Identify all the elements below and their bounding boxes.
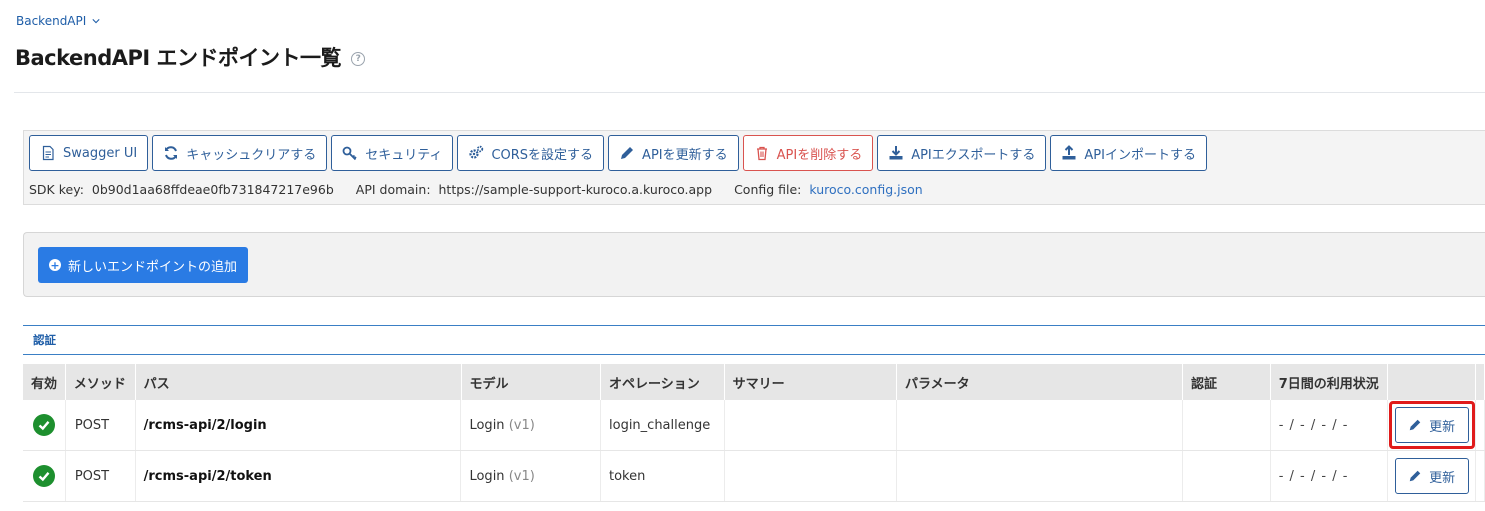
security-button[interactable]: セキュリティ [331,135,454,171]
page-title-text: BackendAPI エンドポイント一覧 [15,46,342,70]
cache-clear-button[interactable]: キャッシュクリアする [152,135,328,171]
table-row: POST /rcms-api/2/token Login (v1) token … [23,451,1485,502]
col-model: モデル [462,364,602,400]
row-method: POST [66,400,136,450]
col-enabled: 有効 [23,364,66,400]
check-circle-icon [32,465,55,487]
row-operation: token [601,451,725,501]
swagger-ui-label: Swagger UI [63,145,138,161]
config-file: Config file: kuroco.config.json [734,182,923,197]
col-auth: 認証 [1183,364,1271,400]
add-endpoint-panel: + 新しいエンドポイントの追加 [23,232,1485,297]
export-api-label: APIエクスポートする [911,147,1036,163]
col-actions [1388,364,1477,400]
cors-settings-label: CORSを設定する [491,147,594,163]
key-icon [342,146,357,161]
row-update-button[interactable]: 更新 [1394,458,1469,494]
col-method: メソッド [66,364,136,400]
import-api-label: APIインポートする [1084,147,1196,163]
row-update-button[interactable]: 更新 [1394,407,1469,443]
api-domain: API domain: https://sample-support-kuroc… [355,182,713,197]
gears-icon [469,145,484,159]
row-summary [725,400,897,450]
table-header: 有効 メソッド パス モデル オペレーション サマリー パラメータ 認証 7日間… [23,364,1485,400]
api-meta-info: SDK key: 0b90d1aa68ffdeae0fb731847217e96… [29,182,923,197]
row-usage: - / - / - / - [1271,451,1389,501]
row-summary [725,451,897,501]
delete-api-label: APIを削除する [776,147,863,163]
col-extra [1476,364,1485,400]
swagger-ui-button[interactable]: Swagger UI [29,135,149,171]
breadcrumb-label[interactable]: BackendAPI [16,14,86,28]
row-parameters [897,400,1183,450]
row-model: Login (v1) [461,451,601,501]
row-operation: login_challenge [601,400,725,450]
download-icon [889,146,903,160]
security-label: セキュリティ [365,147,443,163]
help-icon[interactable]: ? [351,52,366,66]
sdk-key: SDK key: 0b90d1aa68ffdeae0fb731847217e96… [29,182,334,197]
row-model: Login (v1) [461,400,601,450]
chevron-down-icon [92,19,100,24]
delete-api-button[interactable]: APIを削除する [742,135,874,171]
document-icon [42,145,54,161]
breadcrumb[interactable]: BackendAPI [16,14,100,28]
export-api-button[interactable]: APIエクスポートする [877,135,1047,171]
update-api-button[interactable]: APIを更新する [608,135,739,171]
row-method: POST [66,451,136,501]
api-toolbar-panel: Swagger UI キャッシュクリアする セキュリティ CORSを設定する A… [23,130,1485,205]
add-endpoint-label: 新しいエンドポイントの追加 [68,259,238,275]
col-summary: サマリー [725,364,897,400]
endpoint-table: 有効 メソッド パス モデル オペレーション サマリー パラメータ 認証 7日間… [23,364,1485,502]
update-api-label: APIを更新する [642,147,728,163]
row-path[interactable]: /rcms-api/2/login [136,400,462,450]
cors-settings-button[interactable]: CORSを設定する [457,135,605,171]
config-file-link[interactable]: kuroco.config.json [809,182,922,197]
refresh-icon [165,146,178,160]
table-row: POST /rcms-api/2/login Login (v1) login_… [23,400,1485,451]
page-title: BackendAPI エンドポイント一覧 ? [15,42,366,72]
import-api-button[interactable]: APIインポートする [1050,135,1207,171]
pencil-icon [1409,470,1421,482]
col-parameters: パラメータ [897,364,1183,400]
pencil-icon [621,147,634,159]
upload-icon [1062,145,1076,160]
title-divider [14,92,1485,93]
col-usage: 7日間の利用状況 [1271,364,1389,400]
highlight-box: 更新 [1388,401,1475,449]
plus-circle-icon: + [49,258,61,272]
row-usage: - / - / - / - [1271,400,1389,450]
api-toolbar: Swagger UI キャッシュクリアする セキュリティ CORSを設定する A… [29,135,1207,171]
row-parameters [897,451,1183,501]
check-circle-icon [32,414,55,436]
row-path[interactable]: /rcms-api/2/token [136,451,462,501]
cache-clear-label: キャッシュクリアする [186,147,317,163]
pencil-icon [1409,419,1421,431]
row-auth [1183,451,1271,501]
trash-icon [756,146,767,161]
col-path: パス [136,364,462,400]
add-endpoint-button[interactable]: + 新しいエンドポイントの追加 [38,247,249,283]
section-header-auth: 認証 [23,325,1485,355]
col-operation: オペレーション [601,364,725,400]
row-auth [1183,400,1271,450]
